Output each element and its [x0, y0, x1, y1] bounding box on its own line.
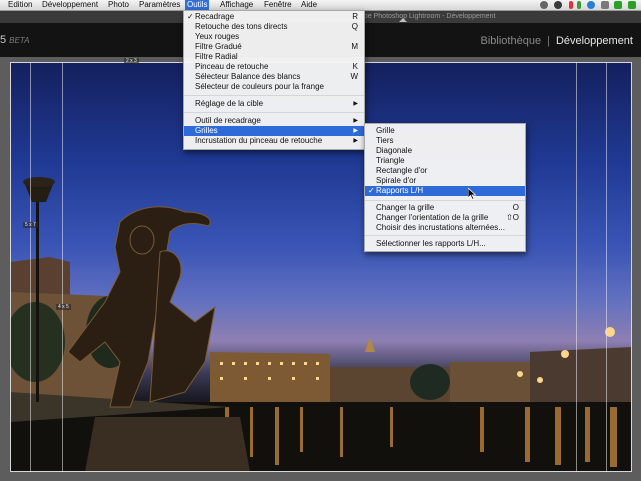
module-bibliotheque[interactable]: Bibliothèque [481, 35, 542, 47]
module-separator: | [547, 35, 550, 47]
grid-option-rapports[interactable]: ✓ Rapports L/H [365, 186, 525, 196]
menu-item-label: Pinceau de retouche [195, 62, 269, 71]
menu-item-filtre-radial[interactable]: Filtre Radial [184, 52, 364, 62]
menu-item-recadrage[interactable]: ✓ Recadrage R [184, 12, 364, 22]
menu-fenetre[interactable]: Fenêtre [262, 0, 294, 10]
menu-item-shortcut: R [352, 12, 358, 21]
menu-item-shortcut: Q [351, 22, 358, 31]
grid-option-spirale-or[interactable]: Spirale d'or [365, 176, 525, 186]
menu-item-label: Retouche des tons directs [195, 22, 288, 31]
menu-divider [184, 112, 364, 113]
menu-item-incrustation-pinceau[interactable]: Incrustation du pinceau de retouche ▶ [184, 136, 364, 146]
menu-affichage[interactable]: Affichage [218, 0, 255, 10]
menu-item-shortcut: W [350, 72, 358, 81]
menu-item-label: Rectangle d'or [376, 166, 428, 175]
menu-item-label: Spirale d'or [376, 176, 417, 185]
menu-item-label: Filtre Gradué [195, 42, 242, 51]
menu-item-label: Filtre Radial [195, 52, 238, 61]
menu-item-label: Yeux rouges [195, 32, 240, 41]
menu-item-grilles[interactable]: Grilles ▶ [184, 126, 364, 136]
menu-item-outil-recadrage[interactable]: Outil de recadrage ▶ [184, 116, 364, 126]
menu-item-balance-blancs[interactable]: Sélecteur Balance des blancs W [184, 72, 364, 82]
check-icon: ✓ [187, 12, 194, 21]
grid-option-tiers[interactable]: Tiers [365, 136, 525, 146]
window-title: obe Photoshop Lightroom - Développement [360, 13, 496, 20]
app-version: 5 BETA [0, 34, 29, 46]
menu-outils[interactable]: Outils [185, 0, 210, 10]
submenu-arrow-icon: ▶ [353, 138, 358, 144]
menu-item-frange[interactable]: Sélecteur de couleurs pour la frange [184, 82, 364, 92]
submenu-arrow-icon: ▶ [353, 128, 358, 134]
menu-item-label: Tiers [376, 136, 394, 145]
menu-item-pinceau[interactable]: Pinceau de retouche K [184, 62, 364, 72]
n-icon[interactable] [614, 1, 622, 9]
version-number: 5 [0, 34, 7, 46]
grid-option-triangle[interactable]: Triangle [365, 156, 525, 166]
menu-item-label: Outil de recadrage [195, 116, 261, 125]
tools-menu: ✓ Recadrage R Retouche des tons directs … [183, 10, 365, 150]
menu-item-label: Changer la grille [376, 203, 435, 212]
check-icon: ✓ [368, 186, 375, 195]
menu-edition[interactable]: Edition [6, 0, 34, 10]
menu-item-filtre-gradue[interactable]: Filtre Gradué M [184, 42, 364, 52]
menu-item-incrustations-alternees[interactable]: Choisir des incrustations alternées... [365, 223, 525, 233]
menu-item-changer-orientation[interactable]: Changer l'orientation de la grille ⇧O [365, 213, 525, 223]
menu-item-label: Rapports L/H [376, 186, 424, 195]
plugin-icon[interactable] [601, 1, 609, 9]
grid-option-diagonale[interactable]: Diagonale [365, 146, 525, 156]
menu-divider [184, 95, 364, 96]
ratio-label-4x5: 4 x 5 [56, 304, 71, 310]
battery-icon[interactable] [569, 1, 573, 9]
aspect-guide-line [606, 62, 607, 472]
menu-item-label: Grille [376, 126, 395, 135]
menu-item-selectionner-rapports[interactable]: Sélectionner les rapports L/H... [365, 239, 525, 249]
n-icon-2[interactable] [628, 1, 636, 9]
menu-item-shortcut: K [352, 62, 358, 71]
aspect-guide-line [62, 62, 63, 472]
submenu-arrow-icon: ▶ [353, 118, 358, 124]
menu-item-label: Changer l'orientation de la grille [376, 213, 489, 222]
menu-item-retouche-tons[interactable]: Retouche des tons directs Q [184, 22, 364, 32]
menu-divider [365, 200, 525, 201]
menu-item-reglage-cible[interactable]: Réglage de la cible ▶ [184, 99, 364, 109]
panel-toggle-icon[interactable] [399, 18, 407, 22]
battery-level-icon [577, 1, 581, 9]
menu-item-label: Recadrage [195, 12, 235, 21]
stop-icon[interactable] [554, 1, 562, 9]
menu-parametres[interactable]: Paramètres [137, 0, 182, 10]
menu-item-label: Réglage de la cible [195, 99, 264, 108]
submenu-arrow-icon: ▶ [353, 101, 358, 107]
menu-item-shortcut: O [512, 203, 519, 212]
menu-item-shortcut: ⇧O [506, 213, 519, 222]
menu-item-yeux-rouges[interactable]: Yeux rouges [184, 32, 364, 42]
grid-option-grille[interactable]: Grille [365, 126, 525, 136]
module-developpement[interactable]: Développement [556, 35, 633, 47]
menu-developpement[interactable]: Développement [40, 0, 100, 10]
menu-item-label: Incrustation du pinceau de retouche [195, 136, 323, 145]
menu-item-label: Choisir des incrustations alternées... [376, 223, 505, 232]
grid-option-rectangle-or[interactable]: Rectangle d'or [365, 166, 525, 176]
menu-divider [365, 235, 525, 236]
menu-item-label: Sélectionner les rapports L/H... [376, 239, 486, 248]
module-picker: Bibliothèque | Développement [481, 35, 633, 47]
aspect-guide-line [30, 62, 31, 472]
beta-label: BETA [9, 36, 30, 45]
ratio-label-5x7: 5 x 7 [23, 222, 38, 228]
sync-icon[interactable] [587, 1, 595, 9]
gear-icon[interactable] [540, 1, 548, 9]
menu-item-label: Grilles [195, 126, 218, 135]
menu-item-label: Triangle [376, 156, 405, 165]
ratio-label-2x3: 2 x 3 [124, 58, 139, 64]
aspect-guide-line [576, 62, 577, 472]
menu-aide[interactable]: Aide [299, 0, 319, 10]
menu-photo[interactable]: Photo [106, 0, 131, 10]
menu-item-label: Sélecteur de couleurs pour la frange [195, 82, 324, 91]
menu-item-label: Sélecteur Balance des blancs [195, 72, 301, 81]
menu-item-label: Diagonale [376, 146, 413, 155]
grids-submenu: Grille Tiers Diagonale Triangle Rectangl… [364, 123, 526, 252]
mouse-pointer-icon [468, 188, 476, 200]
menu-item-shortcut: M [351, 42, 358, 51]
menu-item-changer-grille[interactable]: Changer la grille O [365, 203, 525, 213]
